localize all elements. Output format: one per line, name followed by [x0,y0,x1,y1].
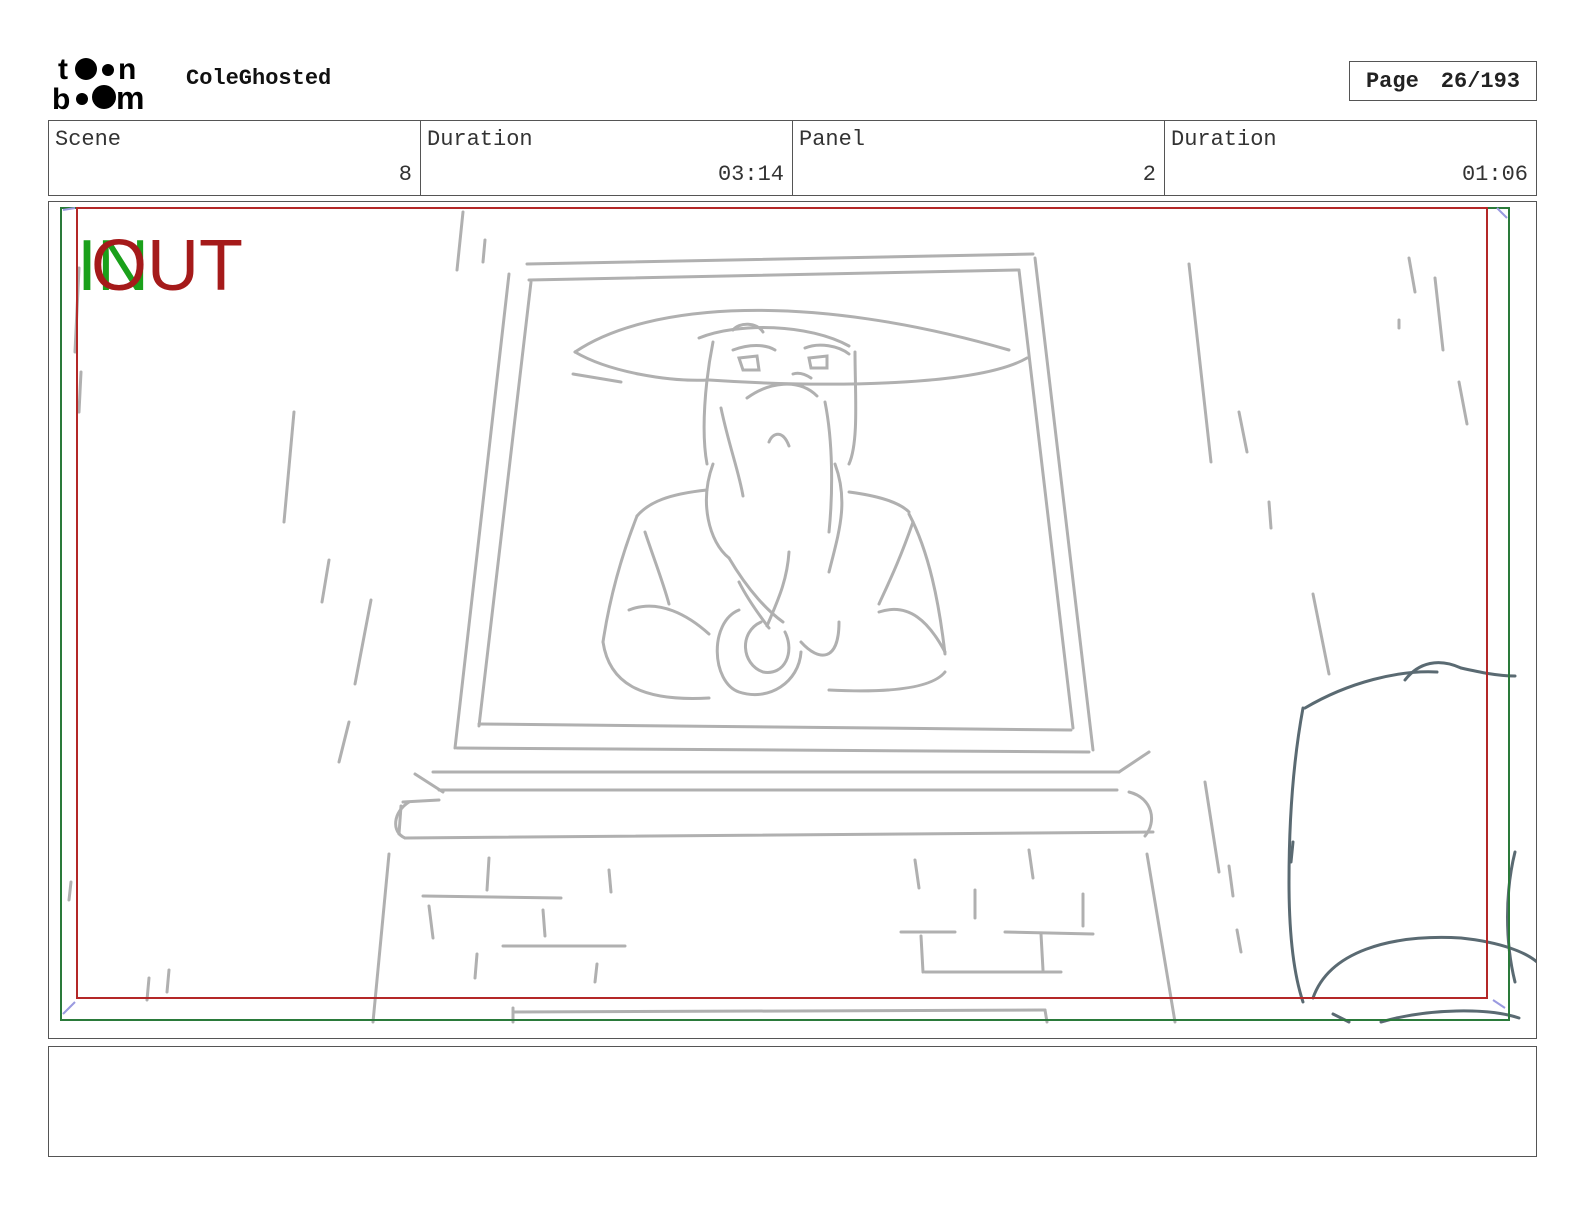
page-indicator: Page 26/193 [1349,61,1537,101]
foreground-character [1287,661,1536,1024]
out-marker: OUT [91,226,243,306]
panel-notes-box[interactable] [48,1046,1537,1157]
storyboard-panel: IN OUT [48,201,1537,1039]
panel-value: 2 [1142,162,1156,187]
scene-value: 8 [398,162,412,187]
toon-boom-logo: t n b m [52,53,144,112]
action-safe-frame [76,207,1488,999]
svg-text:m: m [116,80,144,112]
background-sketch [67,210,1469,1024]
panel-cell: Panel 2 [793,121,1165,195]
scene-duration-value: 03:14 [717,162,784,187]
panel-duration-value: 01:06 [1461,162,1528,187]
page-number: 26/193 [1440,68,1521,94]
scene-duration-cell: Duration 03:14 [421,121,793,195]
panel-duration-cell: Duration 01:06 [1165,121,1536,195]
project-title: ColeGhosted [186,66,332,91]
panel-sketch [60,207,1536,1024]
panel-duration-label: Duration [1171,127,1277,152]
svg-text:t: t [58,53,68,86]
page-label: Page [1365,68,1419,94]
scene-duration-label: Duration [427,127,533,152]
panel-info-table: Scene 8 Duration 03:14 Panel 2 Duration … [48,120,1537,196]
panel-label: Panel [799,127,866,152]
svg-text:b: b [52,83,70,112]
scene-cell: Scene 8 [49,121,421,195]
scene-label: Scene [55,127,122,152]
